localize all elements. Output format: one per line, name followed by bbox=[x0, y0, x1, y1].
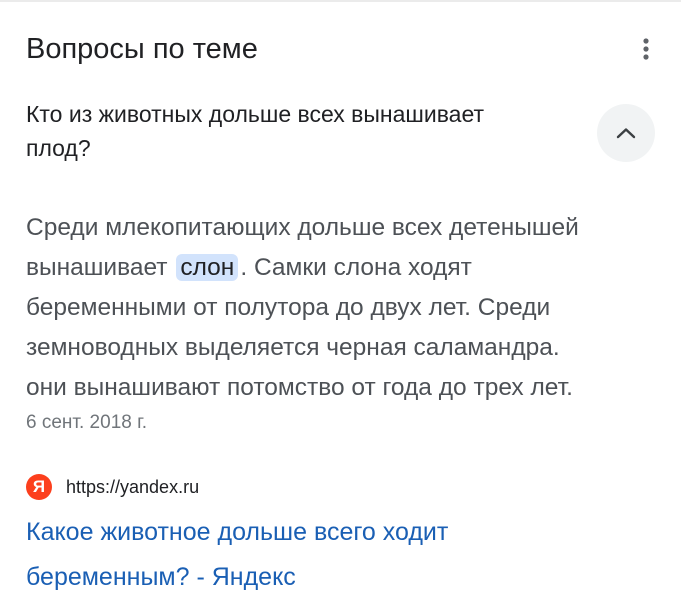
highlighted-answer: слон bbox=[176, 254, 239, 281]
yandex-favicon-icon: Я bbox=[26, 474, 52, 500]
answer-text: . Самки слона ходят bbox=[240, 254, 472, 281]
question-line-1: Кто из животных дольше всех вынашивает bbox=[26, 101, 485, 127]
answer-line: вынашивает слон. Самки слона ходят bbox=[26, 248, 656, 288]
question-text[interactable]: Кто из животных дольше всех вынашивает п… bbox=[26, 97, 586, 165]
answer-text: вынашивает bbox=[26, 254, 168, 281]
collapse-question-button[interactable] bbox=[597, 104, 655, 162]
answer-line: беременными от полутора до двух лет. Сре… bbox=[26, 294, 551, 321]
answer-snippet: Среди млекопитающих дольше всех детеныше… bbox=[26, 208, 656, 408]
section-title: Вопросы по теме bbox=[26, 33, 258, 65]
answer-line: земноводных выделяется черная саламандра… bbox=[26, 334, 560, 361]
answer-date: 6 сент. 2018 г. bbox=[26, 412, 147, 433]
more-vert-icon bbox=[643, 38, 649, 60]
result-title-line-2: беременным? - Яндекс bbox=[26, 563, 296, 591]
chevron-up-icon bbox=[616, 128, 636, 139]
source-url[interactable]: https://yandex.ru bbox=[66, 477, 199, 498]
question-line-2: плод? bbox=[26, 135, 91, 161]
result-title-link[interactable]: Какое животное дольше всего ходит береме… bbox=[26, 510, 646, 600]
answer-line: Среди млекопитающих дольше всех детеныше… bbox=[26, 214, 579, 241]
answer-line: они вынашивают потомство от года до трех… bbox=[26, 374, 573, 401]
more-options-button[interactable] bbox=[628, 30, 664, 68]
result-title-line-1: Какое животное дольше всего ходит bbox=[26, 518, 449, 546]
source-row[interactable]: Я https://yandex.ru bbox=[26, 472, 199, 502]
top-divider bbox=[0, 0, 681, 2]
